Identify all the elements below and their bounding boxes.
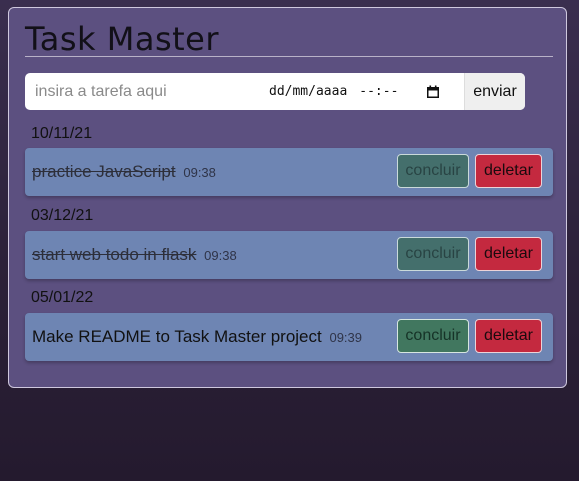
complete-button[interactable]: concluir bbox=[397, 154, 469, 188]
task-master-card: Task Master dd/mm/aaaa --:-- enviar 10/1… bbox=[8, 7, 567, 388]
task-label: Make README to Task Master project bbox=[32, 327, 322, 346]
task-time: 09:38 bbox=[204, 248, 237, 263]
group-date: 05/01/22 bbox=[31, 289, 94, 306]
new-task-form: dd/mm/aaaa --:-- enviar bbox=[25, 73, 525, 110]
task-text: Make README to Task Master project 09:39 bbox=[32, 327, 362, 347]
task-item: Make README to Task Master project 09:39… bbox=[25, 313, 553, 361]
complete-button[interactable]: concluir bbox=[397, 237, 469, 271]
group-date: 10/11/21 bbox=[31, 125, 93, 142]
task-text: practice JavaScript 09:38 bbox=[32, 162, 216, 182]
task-label: practice JavaScript bbox=[32, 162, 176, 181]
calendar-icon[interactable] bbox=[426, 85, 440, 99]
task-input[interactable] bbox=[33, 75, 257, 108]
date-placeholder: dd/mm/aaaa bbox=[269, 84, 348, 99]
task-text: start web todo in flask 09:38 bbox=[32, 245, 237, 265]
send-button[interactable]: enviar bbox=[464, 73, 525, 110]
title-divider bbox=[25, 56, 553, 57]
complete-button[interactable]: concluir bbox=[397, 319, 469, 353]
task-time: 09:38 bbox=[183, 165, 216, 180]
page-title: Task Master bbox=[25, 20, 220, 58]
delete-button[interactable]: deletar bbox=[475, 319, 542, 353]
time-placeholder: --:-- bbox=[359, 84, 399, 99]
delete-button[interactable]: deletar bbox=[475, 154, 542, 188]
task-time: 09:39 bbox=[329, 330, 363, 345]
task-label: start web todo in flask bbox=[32, 245, 197, 264]
task-item: start web todo in flask 09:38 concluir d… bbox=[25, 231, 553, 279]
datetime-field[interactable]: dd/mm/aaaa --:-- bbox=[269, 84, 469, 99]
delete-button[interactable]: deletar bbox=[475, 237, 542, 271]
task-item: practice JavaScript 09:38 concluir delet… bbox=[25, 148, 553, 196]
group-date: 03/12/21 bbox=[31, 207, 94, 224]
